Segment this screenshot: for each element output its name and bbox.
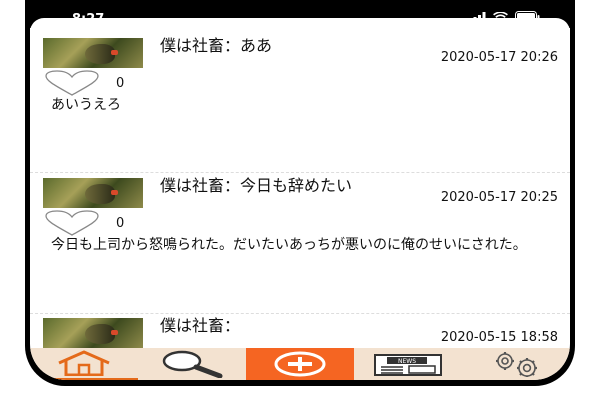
- tab-settings[interactable]: [462, 348, 570, 380]
- post-date: 2020-05-15 18:58: [440, 330, 558, 345]
- post-title: 僕は社畜：今日も辞めたい: [160, 176, 353, 195]
- tab-bar: NEWS: [30, 348, 570, 380]
- gear-icon: [496, 352, 537, 377]
- bird-beak: [111, 330, 118, 335]
- post-body: あいうえろ: [51, 97, 121, 113]
- like-count: 0: [116, 75, 125, 91]
- search-icon: [162, 350, 223, 378]
- post-card[interactable]: 僕は社畜： 2020-05-15 18:58: [30, 310, 570, 350]
- post-body: 今日も上司から怒鳴られた。だいたいあっちが悪いのに俺のせいにされた。: [51, 237, 527, 253]
- bird-beak: [111, 190, 118, 195]
- post-title: 僕は社畜：ああ: [160, 36, 273, 55]
- like-row: 0: [44, 210, 124, 236]
- post-title: 僕は社畜：: [160, 316, 241, 335]
- heart-icon[interactable]: [44, 70, 100, 96]
- app-screen: 8:27: [30, 0, 570, 380]
- like-count: 0: [116, 215, 125, 231]
- home-icon: [58, 350, 110, 376]
- avatar[interactable]: [43, 318, 143, 348]
- post-date: 2020-05-17 20:26: [440, 50, 558, 65]
- tab-home[interactable]: [30, 348, 138, 380]
- bird-beak: [111, 50, 118, 55]
- tab-news[interactable]: NEWS: [354, 348, 462, 380]
- post-date: 2020-05-17 20:25: [440, 190, 558, 205]
- tab-search[interactable]: [138, 348, 246, 380]
- avatar[interactable]: [43, 38, 143, 68]
- tab-new-post[interactable]: [246, 348, 354, 380]
- post-card[interactable]: 僕は社畜：今日も辞めたい 2020-05-17 20:25 0 今日も上司から怒…: [30, 170, 570, 310]
- phone-frame: 8:27: [25, 0, 575, 386]
- news-icon: NEWS: [374, 354, 442, 376]
- heart-icon[interactable]: [44, 210, 100, 236]
- avatar[interactable]: [43, 178, 143, 208]
- post-card[interactable]: 僕は社畜：ああ 2020-05-17 20:26 0 あいうえろ: [30, 30, 570, 170]
- plus-circle-icon: [274, 351, 326, 377]
- svg-text:NEWS: NEWS: [398, 358, 416, 365]
- like-row: 0: [44, 70, 124, 96]
